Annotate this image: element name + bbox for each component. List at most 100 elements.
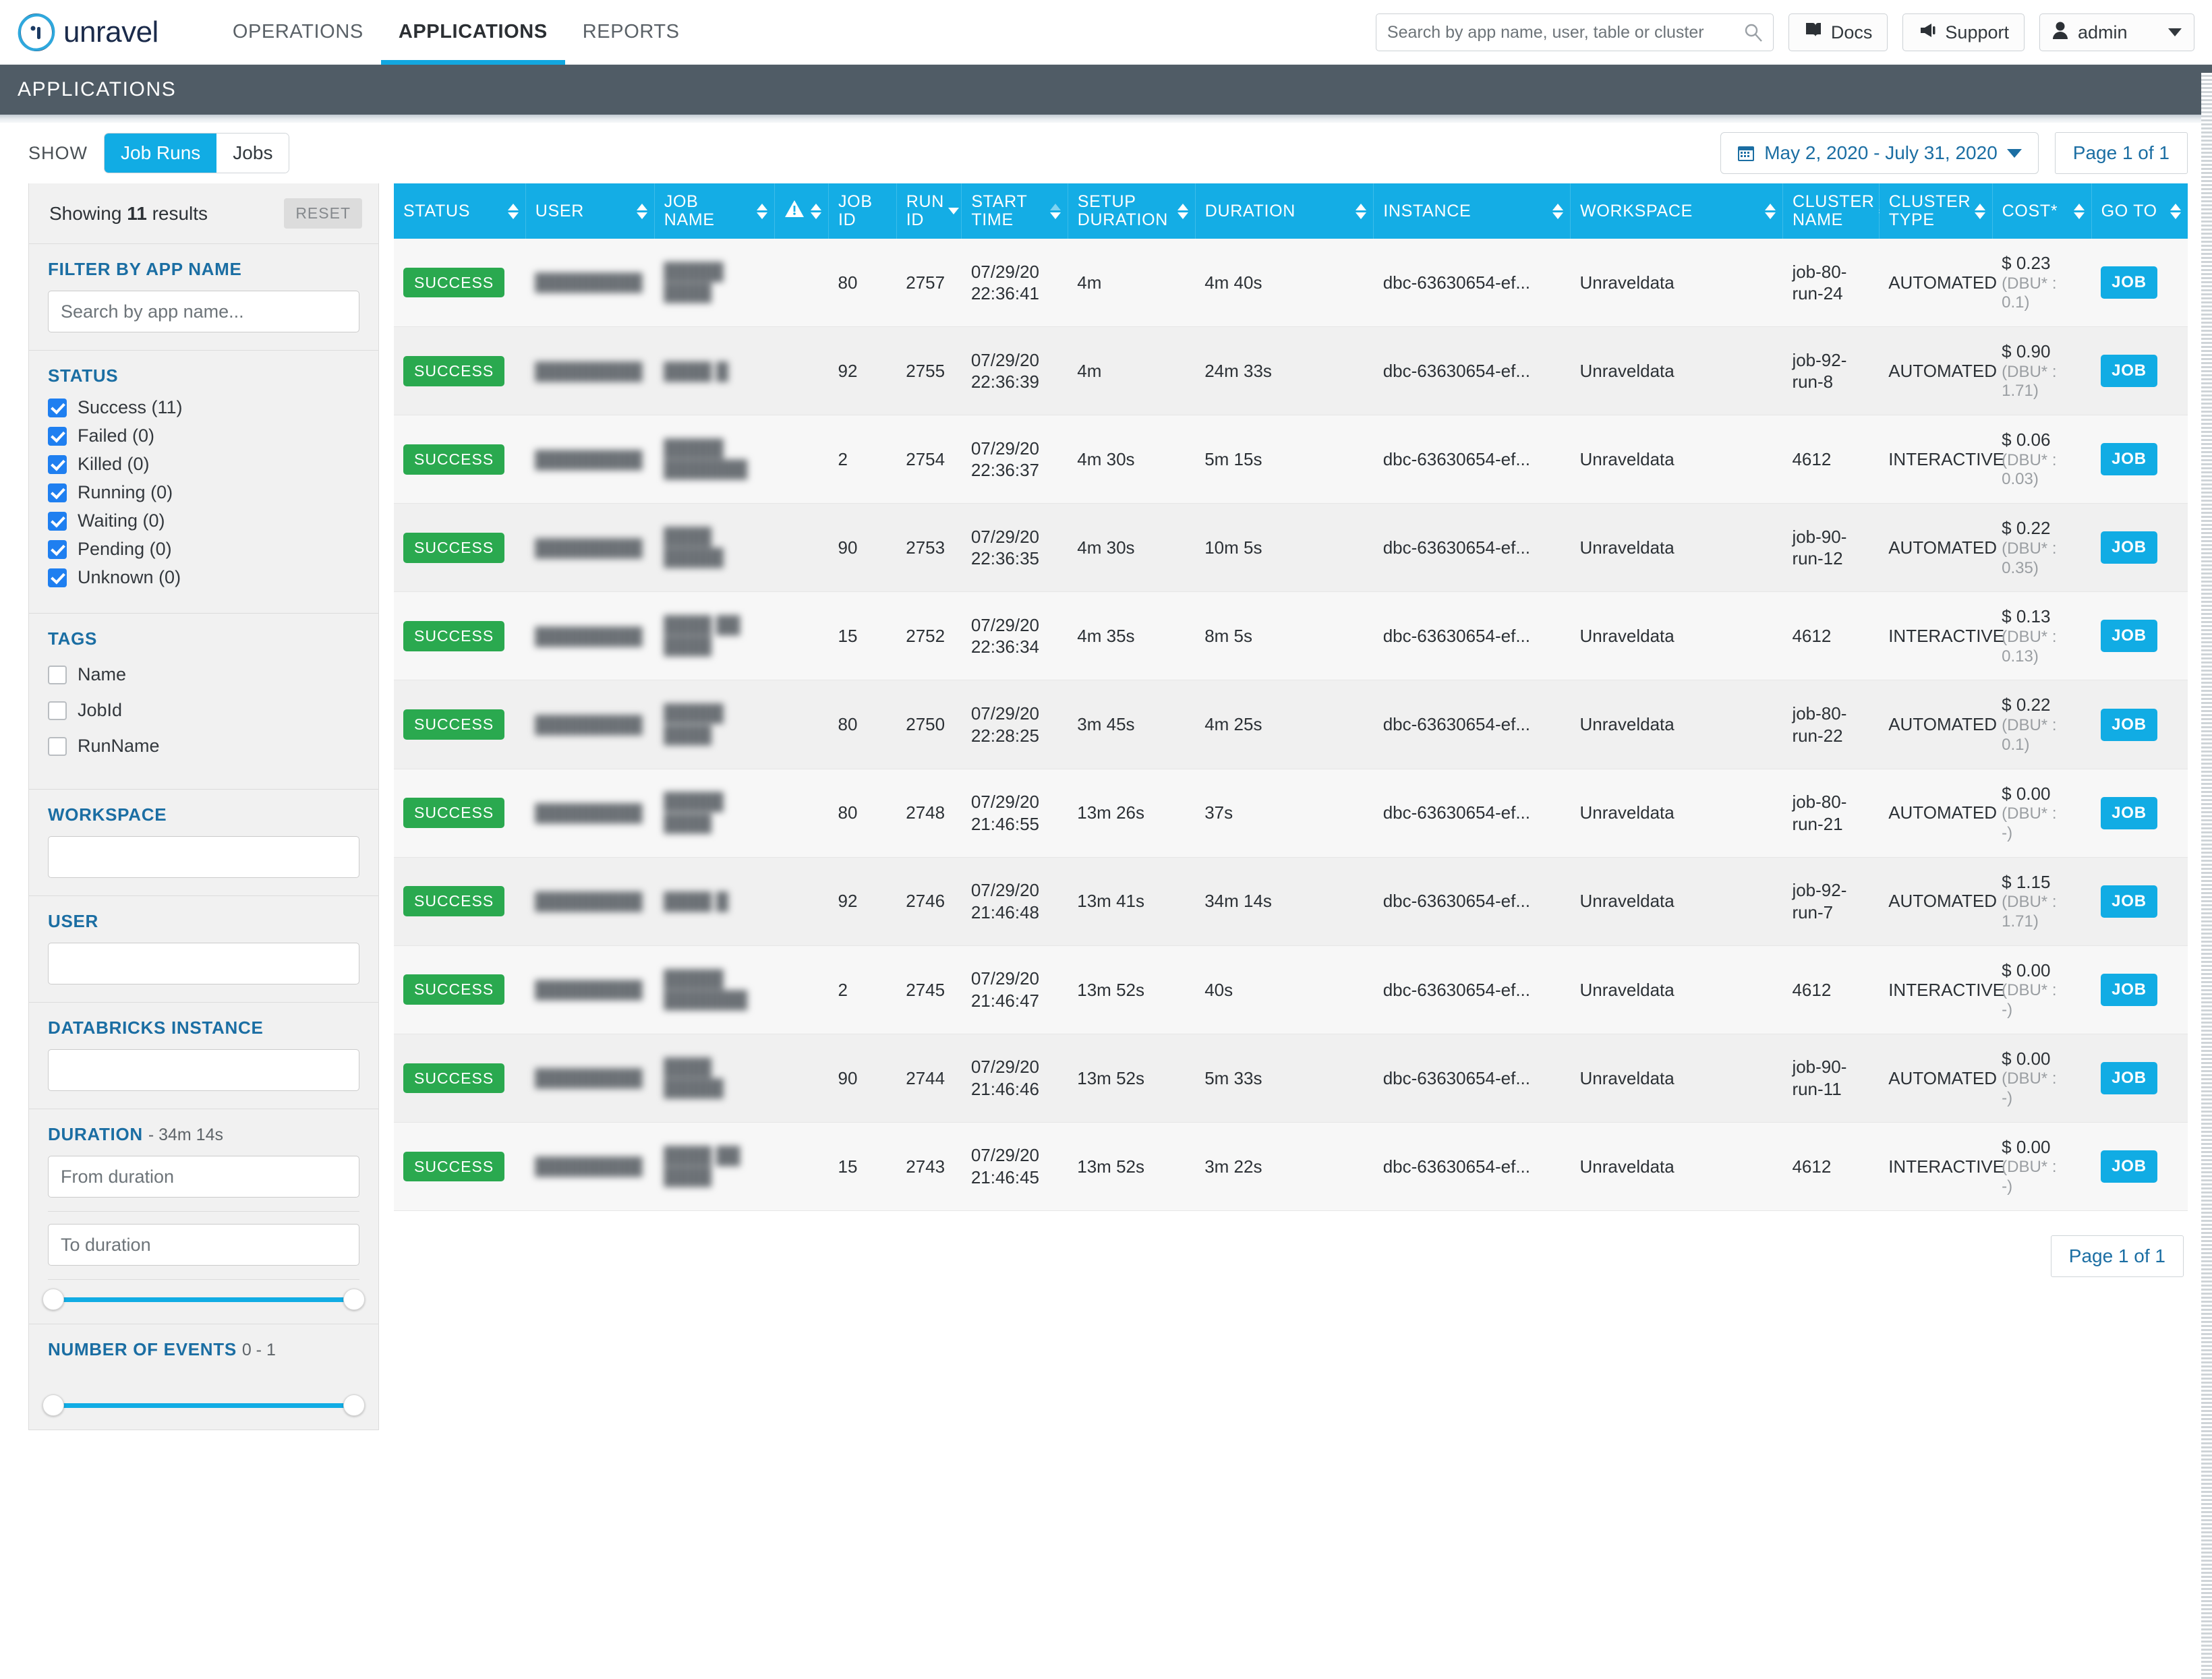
table-row[interactable]: SUCCESS █████████ ████ ██ ████ 15 2743 07/29/… [394, 1122, 2188, 1212]
slider-handle-min[interactable] [42, 1394, 64, 1416]
go-to-job-button[interactable]: JOB [2101, 708, 2157, 741]
go-to-job-button[interactable]: JOB [2101, 443, 2157, 476]
docs-button[interactable]: Docs [1788, 13, 1888, 51]
filter-workspace-input[interactable] [48, 836, 359, 878]
nav-item-operations[interactable]: OPERATIONS [215, 0, 381, 65]
col-setup-duration[interactable]: SETUP DURATION [1068, 183, 1196, 239]
table-row[interactable]: SUCCESS █████████ █████ ████ 80 2750 07/29/20… [394, 680, 2188, 769]
sort-icon[interactable] [2170, 203, 2181, 219]
sort-icon[interactable] [1975, 203, 1986, 219]
col-start-time[interactable]: START TIME [961, 183, 1068, 239]
go-to-job-button[interactable]: JOB [2101, 266, 2157, 299]
go-to-job-button[interactable]: JOB [2101, 973, 2157, 1006]
table-row[interactable]: SUCCESS █████████ ████ █ 92 2755 07/29/20 22:3… [394, 326, 2188, 416]
go-to-job-button[interactable]: JOB [2101, 620, 2157, 653]
toggle-jobs[interactable]: Jobs [216, 134, 289, 173]
checkbox-icon[interactable] [48, 511, 67, 531]
duration-to-input[interactable]: To duration [48, 1224, 359, 1266]
table-row[interactable]: SUCCESS █████████ ████ ██ ████ 15 2752 07/29/… [394, 591, 2188, 681]
col-events[interactable] [774, 183, 829, 239]
status-option-unknown[interactable]: Unknown (0) [48, 567, 359, 588]
status-option-waiting[interactable]: Waiting (0) [48, 510, 359, 531]
tag-option-runname[interactable]: RunName [48, 736, 359, 757]
tag-option-jobid[interactable]: JobId [48, 700, 359, 721]
col-run-id[interactable]: RUN ID [896, 183, 962, 239]
col-go-to[interactable]: GO TO [2091, 183, 2188, 239]
sort-icon[interactable] [810, 203, 821, 219]
filter-app-name-input[interactable]: Search by app name... [48, 291, 359, 332]
checkbox-icon[interactable] [48, 665, 67, 684]
col-duration[interactable]: DURATION [1195, 183, 1374, 239]
status-option-success[interactable]: Success (11) [48, 397, 359, 418]
global-search-input[interactable]: Search by app name, user, table or clust… [1375, 13, 1774, 51]
go-to-job-button[interactable]: JOB [2101, 531, 2157, 564]
table-row[interactable]: SUCCESS █████████ █████ ████ 80 2757 07/29/20… [394, 239, 2188, 328]
col-workspace[interactable]: WORKSPACE [1570, 183, 1783, 239]
status-option-failed[interactable]: Failed (0) [48, 425, 359, 446]
col-cluster-type[interactable]: CLUSTER TYPE [1879, 183, 1993, 239]
col-job-name[interactable]: JOB NAME [654, 183, 776, 239]
duration-range-slider[interactable] [42, 1280, 365, 1310]
go-to-job-button[interactable]: JOB [2101, 1150, 2157, 1183]
support-button[interactable]: Support [1902, 13, 2025, 51]
status-option-killed[interactable]: Killed (0) [48, 454, 359, 475]
go-to-job-button[interactable]: JOB [2101, 796, 2157, 829]
top-page-indicator[interactable]: Page 1 of 1 [2054, 132, 2188, 174]
col-status[interactable]: STATUS [394, 183, 526, 239]
nav-item-applications[interactable]: APPLICATIONS [380, 0, 565, 65]
sort-icon[interactable] [757, 203, 768, 219]
table-row[interactable]: SUCCESS █████████ █████ ███████ 2 2745 07/29/… [394, 945, 2188, 1034]
sort-icon[interactable] [1356, 203, 1367, 219]
filter-databricks-input[interactable] [48, 1049, 359, 1091]
nav-item-reports[interactable]: REPORTS [565, 0, 697, 65]
bottom-page-indicator[interactable]: Page 1 of 1 [2050, 1235, 2184, 1278]
table-row[interactable]: SUCCESS █████████ ████ █████ 90 2744 07/29/20… [394, 1034, 2188, 1123]
sort-icon[interactable] [507, 203, 519, 219]
go-to-job-button[interactable]: JOB [2101, 355, 2157, 388]
reset-filters-button[interactable]: RESET [284, 198, 362, 229]
sort-icon[interactable] [1552, 203, 1564, 219]
col-job-id[interactable]: JOB ID [828, 183, 897, 239]
sort-icon[interactable] [1764, 203, 1776, 219]
events-range-slider[interactable] [42, 1371, 365, 1416]
checkbox-icon[interactable] [48, 701, 67, 720]
status-option-pending[interactable]: Pending (0) [48, 539, 359, 560]
table-row[interactable]: SUCCESS █████████ █████ ████ 80 2748 07/29/20… [394, 769, 2188, 858]
sort-icon[interactable] [1049, 203, 1061, 219]
checkbox-icon[interactable] [48, 736, 67, 756]
checkbox-icon[interactable] [48, 398, 67, 417]
brand-logo[interactable]: unravel [18, 13, 158, 51]
slider-handle-max[interactable] [343, 1394, 365, 1416]
cell-user: █████████ [525, 1034, 655, 1123]
col-cost[interactable]: COST* [1992, 183, 2092, 239]
toggle-job-runs[interactable]: Job Runs [105, 134, 217, 173]
sort-icon[interactable] [2073, 203, 2085, 219]
status-option-running[interactable]: Running (0) [48, 482, 359, 503]
checkbox-icon[interactable] [48, 483, 67, 502]
checkbox-icon[interactable] [48, 426, 67, 446]
sort-icon[interactable] [1177, 203, 1188, 219]
sort-icon[interactable] [948, 208, 960, 214]
col-instance[interactable]: INSTANCE [1373, 183, 1571, 239]
checkbox-icon[interactable] [48, 539, 67, 559]
go-to-job-button[interactable]: JOB [2101, 885, 2157, 918]
table-row[interactable]: SUCCESS █████████ ████ █████ 90 2753 07/29/20… [394, 503, 2188, 593]
col-cluster-name[interactable]: CLUSTER NAME [1782, 183, 1890, 239]
sort-icon[interactable] [636, 203, 647, 219]
slider-handle-max[interactable] [343, 1289, 365, 1310]
cell-start-time: 07/29/20 22:36:37 [961, 415, 1068, 504]
col-user[interactable]: USER [525, 183, 655, 239]
table-row[interactable]: SUCCESS █████████ █████ ███████ 2 2754 07/29/… [394, 415, 2188, 504]
user-menu-button[interactable]: admin [2039, 13, 2194, 51]
duration-from-input[interactable]: From duration [48, 1156, 359, 1198]
checkbox-icon[interactable] [48, 454, 67, 474]
checkbox-icon[interactable] [48, 568, 67, 587]
vertical-scrollbar[interactable] [2201, 73, 2212, 1679]
slider-handle-min[interactable] [42, 1289, 64, 1310]
table-row[interactable]: SUCCESS █████████ ████ █ 92 2746 07/29/20 21:4… [394, 857, 2188, 946]
go-to-job-button[interactable]: JOB [2101, 1061, 2157, 1094]
date-range-picker[interactable]: May 2, 2020 - July 31, 2020 [1720, 132, 2039, 174]
tag-option-name[interactable]: Name [48, 664, 359, 685]
job-name-value-redacted: ████ ██ ████ [664, 1146, 740, 1186]
filter-user-input[interactable] [48, 943, 359, 984]
